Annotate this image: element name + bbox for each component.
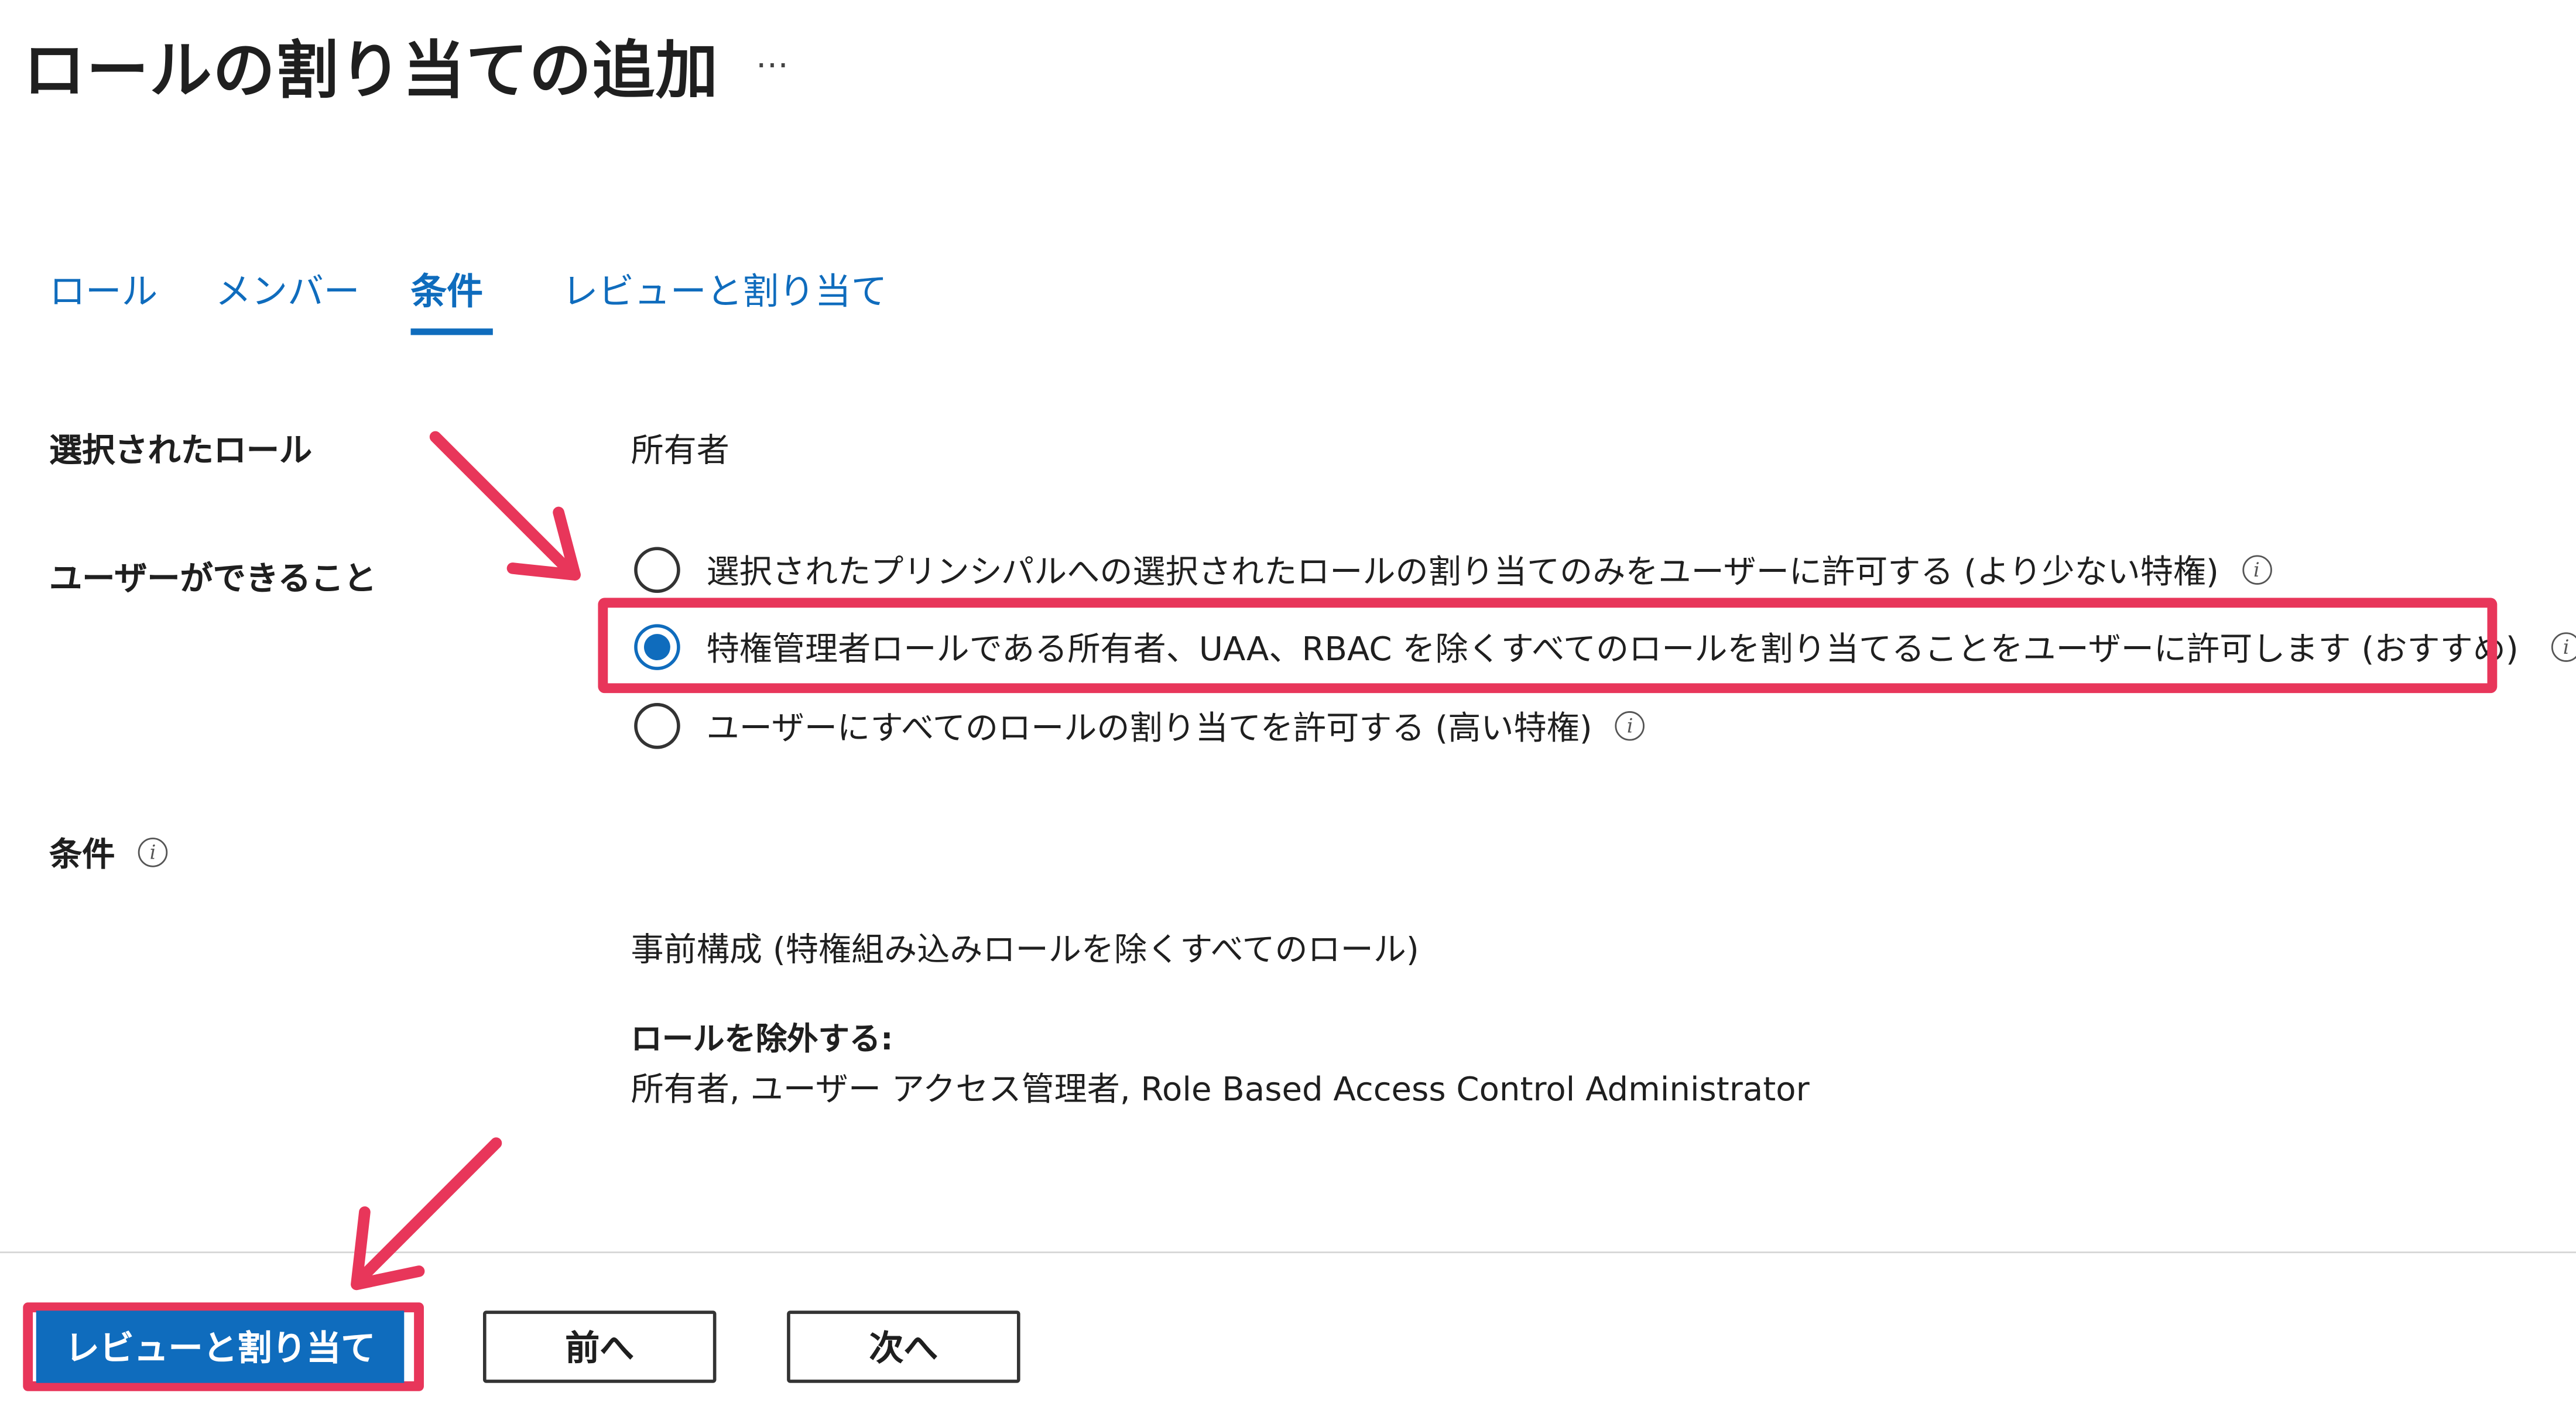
- arrow-icon: [429, 431, 581, 581]
- add-role-assignment-page: ロールの割り当ての追加 … ロール メンバー 条件 レビューと割り当て 選択され…: [0, 0, 2576, 1409]
- annotation-arrows: [351, 431, 581, 1291]
- arrow-icon: [351, 1137, 502, 1291]
